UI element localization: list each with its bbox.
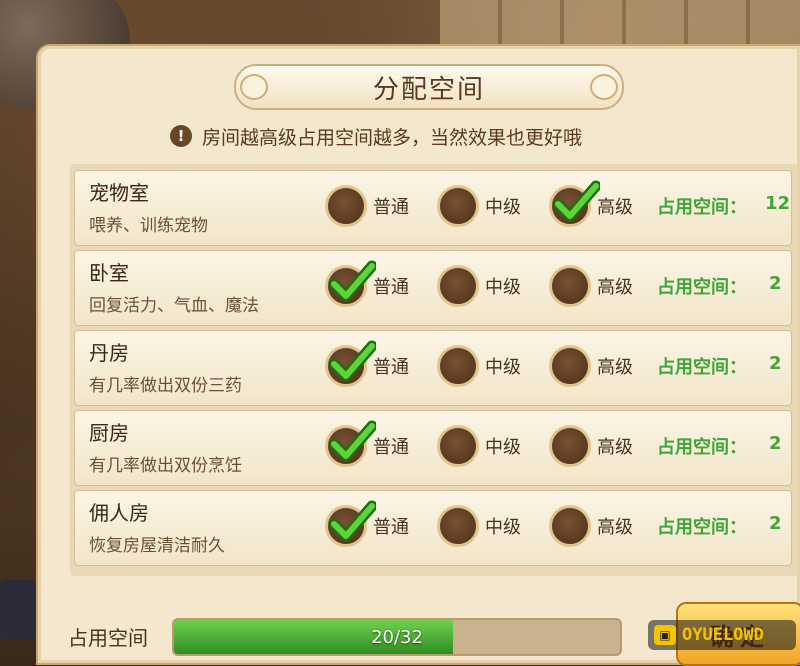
checkmark-icon — [328, 498, 378, 546]
checkmark-icon — [328, 418, 378, 466]
room-description: 有几率做出双份三药 — [89, 376, 242, 396]
room-description: 喂养、训练宠物 — [89, 216, 208, 236]
space-usage-label: 占用空间： — [657, 437, 747, 458]
scene-wall — [440, 0, 800, 50]
site-watermark: ▣ OYUELOWD — [648, 620, 796, 650]
allocate-space-dialog: 分配空间 ! 房间越高级占用空间越多，当然效果也更好哦 宠物室 喂养、训练宠物 普通… — [38, 46, 800, 666]
level-label: 中级 — [485, 517, 521, 538]
checkmark-icon — [552, 178, 602, 226]
checkmark-icon — [328, 258, 378, 306]
level-radio[interactable] — [325, 420, 378, 467]
notice: ! 房间越高级占用空间越多，当然效果也更好哦 — [170, 122, 582, 150]
level-radio[interactable] — [437, 345, 479, 387]
room-row: 厨房有几率做出双份烹饪 普通 中级 高级 占用空间： 2 — [74, 410, 792, 486]
scene-character — [0, 580, 36, 640]
room-list: 宠物室 喂养、训练宠物 普通 中级 高级 占用空间： 12 卧室 回复活力、气血、魔法 普通 中级高… — [70, 164, 798, 576]
level-label: 高级 — [597, 357, 633, 378]
level-radio[interactable] — [325, 260, 378, 307]
space-usage-value: 2 — [769, 353, 782, 374]
level-label: 高级 — [597, 277, 633, 298]
space-usage-value: 2 — [769, 273, 782, 294]
room-row: 卧室回复活力、气血、魔法 普通 中级 高级 占用空间： 2 — [74, 250, 792, 326]
level-radio[interactable] — [437, 505, 479, 547]
level-radio[interactable] — [325, 185, 367, 227]
room-name: 丹房 — [89, 341, 129, 365]
level-label: 中级 — [485, 357, 521, 378]
space-usage-label: 占用空间： — [657, 517, 747, 538]
level-label: 中级 — [485, 277, 521, 298]
level-radio[interactable] — [437, 265, 479, 307]
level-label: 高级 — [597, 517, 633, 538]
room-description: 恢复房屋清洁耐久 — [89, 536, 225, 556]
ornament-icon — [240, 74, 268, 100]
level-label: 中级 — [485, 197, 521, 218]
dialog-title: 分配空间 — [372, 74, 485, 105]
info-icon: ! — [170, 125, 192, 147]
level-label: 高级 — [597, 197, 633, 218]
level-radio[interactable] — [549, 505, 591, 547]
room-name: 厨房 — [89, 421, 129, 445]
space-usage-value: 2 — [769, 513, 782, 534]
gamepad-icon: ▣ — [654, 625, 676, 645]
level-radio[interactable] — [549, 425, 591, 467]
usage-label: 占用空间 — [68, 626, 148, 650]
space-usage-label: 占用空间： — [657, 197, 747, 218]
level-radio[interactable] — [325, 340, 378, 387]
level-label: 普通 — [373, 197, 409, 218]
level-radio[interactable] — [549, 345, 591, 387]
space-usage-label: 占用空间： — [657, 357, 747, 378]
room-description: 回复活力、气血、魔法 — [89, 296, 259, 316]
room-description: 有几率做出双份烹饪 — [89, 456, 242, 476]
level-label: 普通 — [373, 517, 409, 538]
usage-progress-text: 20/32 — [371, 626, 423, 648]
checkmark-icon — [328, 338, 378, 386]
ornament-icon — [590, 74, 618, 100]
space-usage-value: 2 — [769, 433, 782, 454]
level-label: 普通 — [373, 357, 409, 378]
level-radio[interactable] — [325, 500, 378, 547]
room-row: 宠物室喂养、训练宠物 普通 中级 高级 占用空间： 12 — [74, 170, 792, 246]
level-label: 中级 — [485, 437, 521, 458]
room-name: 佣人房 — [89, 501, 149, 525]
room-name: 卧室 — [89, 261, 129, 285]
space-usage-label: 占用空间： — [657, 277, 747, 298]
level-radio[interactable] — [437, 185, 479, 227]
level-label: 普通 — [373, 437, 409, 458]
level-radio[interactable] — [549, 265, 591, 307]
level-label: 高级 — [597, 437, 633, 458]
level-label: 普通 — [373, 277, 409, 298]
level-radio[interactable] — [549, 180, 602, 227]
usage-progress-bar: 20/32 — [172, 618, 622, 656]
room-row: 丹房有几率做出双份三药 普通 中级 高级 占用空间： 2 — [74, 330, 792, 406]
space-usage-value: 12 — [765, 193, 791, 214]
dialog-title-plaque: 分配空间 — [234, 64, 624, 110]
level-radio[interactable] — [437, 425, 479, 467]
room-name: 宠物室 — [89, 181, 149, 205]
room-row: 佣人房恢复房屋清洁耐久 普通 中级 高级 占用空间： 2 — [74, 490, 792, 566]
watermark-text: OYUELOWD — [682, 625, 764, 645]
notice-text: 房间越高级占用空间越多，当然效果也更好哦 — [202, 126, 583, 149]
